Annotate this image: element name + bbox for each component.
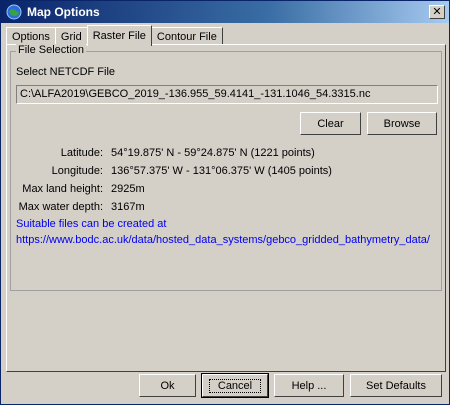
note-line-1: Suitable files can be created at — [16, 218, 167, 230]
netcdf-path-field[interactable]: C:\ALFA2019\GEBCO_2019_-136.955_59.4141_… — [16, 85, 438, 104]
cancel-button-label: Cancel — [208, 378, 262, 393]
longitude-label: Longitude: — [51, 165, 103, 177]
tab-contour-file[interactable]: Contour File — [150, 27, 223, 45]
latitude-row: Latitude: 54°19.875' N - 59°24.875' N (1… — [11, 147, 441, 162]
help-button-label: Help ... — [291, 379, 327, 392]
ok-button[interactable]: Ok — [139, 374, 196, 397]
tab-grid[interactable]: Grid — [54, 27, 88, 45]
title-bar[interactable]: Map Options ✕ — [1, 1, 449, 23]
latitude-label: Latitude: — [60, 147, 103, 159]
set-defaults-button[interactable]: Set Defaults — [350, 374, 442, 397]
max-water-depth-row: Max water depth: 3167m — [11, 201, 441, 216]
window-title: Map Options — [27, 5, 100, 19]
clear-button-label: Clear — [317, 117, 344, 130]
set-defaults-button-label: Set Defaults — [366, 379, 426, 392]
file-selection-legend: File Selection — [16, 44, 87, 56]
max-water-depth-label: Max water depth: — [18, 201, 103, 213]
help-button[interactable]: Help ... — [274, 374, 344, 397]
close-button[interactable]: ✕ — [429, 5, 445, 19]
cancel-button[interactable]: Cancel — [201, 373, 269, 398]
longitude-row: Longitude: 136°57.375' W - 131°06.375' W… — [11, 165, 441, 180]
tab-raster-file[interactable]: Raster File — [86, 25, 152, 46]
browse-button-label: Browse — [383, 117, 421, 130]
max-water-depth-value: 3167m — [111, 201, 145, 213]
select-netcdf-label: Select NETCDF File — [16, 66, 116, 78]
close-icon: ✕ — [432, 5, 442, 18]
max-land-height-value: 2925m — [111, 183, 145, 195]
max-land-height-label: Max land height: — [22, 183, 103, 195]
map-options-window: Map Options ✕ Options Grid Raster File C… — [0, 0, 450, 405]
ok-button-label: Ok — [160, 379, 175, 392]
latitude-value: 54°19.875' N - 59°24.875' N (1221 points… — [111, 147, 315, 159]
longitude-value: 136°57.375' W - 131°06.375' W (1405 poin… — [111, 165, 332, 177]
app-globe-icon — [5, 3, 23, 21]
tab-options[interactable]: Options — [6, 27, 56, 45]
browse-button[interactable]: Browse — [367, 112, 437, 135]
max-land-height-row: Max land height: 2925m — [11, 183, 441, 198]
gebco-url-link[interactable]: https://www.bodc.ac.uk/data/hosted_data_… — [16, 234, 430, 246]
raster-file-panel: File Selection Select NETCDF File C:\ALF… — [6, 44, 446, 372]
tab-strip: Options Grid Raster File Contour File — [6, 25, 223, 46]
file-selection-group: File Selection Select NETCDF File C:\ALF… — [10, 44, 442, 291]
clear-button[interactable]: Clear — [300, 112, 361, 135]
